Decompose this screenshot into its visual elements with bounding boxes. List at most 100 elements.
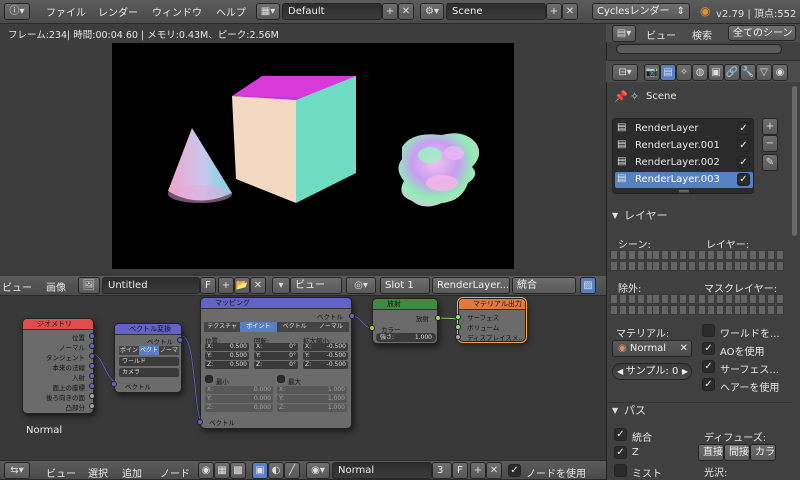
vt-in-socket[interactable]: [111, 381, 117, 387]
filter-select[interactable]: 全てのシーン: [728, 25, 796, 41]
mapping-loc-y[interactable]: Y: 0.500: [205, 352, 249, 360]
texture-type-icon[interactable]: ▦: [214, 462, 230, 479]
render-layer-checkbox[interactable]: ✓: [737, 173, 750, 186]
mapping-min-checkbox[interactable]: [205, 375, 213, 383]
geo-socket-1[interactable]: [89, 343, 95, 349]
render-tab-icon[interactable]: 📷: [644, 64, 660, 81]
menu-file[interactable]: ファイル: [46, 4, 86, 19]
tab-view[interactable]: ビュー: [646, 27, 676, 42]
mapping-min-x[interactable]: X: 0.000: [205, 386, 273, 394]
menu-node-add[interactable]: 追加: [122, 465, 142, 480]
properties-scrollbar[interactable]: [792, 86, 797, 236]
object-shader-icon[interactable]: ▣: [252, 462, 268, 479]
vt-out-socket[interactable]: [177, 337, 183, 343]
render-layer-item-2[interactable]: ▤ RenderLayer.002 ✓: [615, 155, 753, 171]
mapping-node[interactable]: マッピング ベクトル テクスチャ ポイント ベクトル ノーマル 位置: 回転: …: [200, 297, 352, 429]
menu-window[interactable]: ウィンドウ: [152, 4, 202, 19]
emission-node[interactable]: 放射 放射 カラー 強さ: 1.000: [372, 298, 438, 344]
diffuse-direct-button[interactable]: 直接: [698, 444, 724, 461]
material-override-field[interactable]: ◉ Normal ✕: [612, 340, 692, 357]
material-fake-user-button[interactable]: F: [452, 462, 468, 479]
mapping-rot-z[interactable]: Z: 0°: [254, 361, 298, 369]
pass-z-checkbox[interactable]: ✓: [614, 446, 627, 459]
menu-node-view[interactable]: ビュー: [46, 465, 76, 480]
mapping-rot-y[interactable]: Y: 0°: [254, 352, 298, 360]
emission-out-socket[interactable]: [435, 315, 441, 321]
mapping-tab-texture[interactable]: テクスチャ: [204, 322, 241, 332]
exclude-layers-grid-a[interactable]: [610, 294, 654, 315]
geometry-node[interactable]: ジオメトリ 位置 ノーマル タンジェント 本来の法線 入射 面上の座標 後ろ向き…: [22, 318, 94, 414]
menu-render[interactable]: レンダー: [98, 4, 138, 19]
image-fake-user-button[interactable]: F: [200, 277, 216, 294]
geo-socket-5[interactable]: [89, 383, 95, 389]
checker-type-icon[interactable]: ▩: [230, 462, 246, 479]
world-shader-icon[interactable]: ◐: [268, 462, 284, 479]
menu-node-select[interactable]: 選択: [88, 465, 108, 480]
exclude-layers-grid-b[interactable]: [652, 294, 696, 315]
vt-to-select[interactable]: カメラ: [119, 368, 179, 377]
display-channels-icon[interactable]: ▨: [580, 277, 596, 294]
modifiers-tab-icon[interactable]: 🔧: [740, 64, 756, 81]
outliner-type-icon[interactable]: ▤▾: [612, 25, 636, 42]
unlink-material-icon[interactable]: ✕: [486, 462, 502, 479]
scene-name-field[interactable]: Scene: [446, 3, 546, 20]
remove-render-layer-icon[interactable]: −: [762, 135, 778, 152]
world-tab-icon[interactable]: ◍: [692, 64, 708, 81]
tab-search[interactable]: 検索: [692, 27, 712, 42]
render-layer-item-1[interactable]: ▤ RenderLayer.001 ✓: [615, 138, 753, 154]
properties-scrollbar-top[interactable]: [616, 44, 782, 54]
add-scene-icon[interactable]: +: [546, 3, 562, 20]
scene-layers-grid-b[interactable]: [652, 250, 696, 271]
scene-icon[interactable]: ⚙▾: [420, 3, 444, 20]
mapping-rot-x[interactable]: X: 0°: [254, 343, 298, 351]
mapping-max-y[interactable]: Y: 1.000: [277, 395, 347, 403]
material-users-count[interactable]: 3: [432, 462, 452, 479]
remove-layout-icon[interactable]: ✕: [398, 3, 414, 20]
vt-type-vector[interactable]: ベクト: [139, 346, 159, 355]
mapping-scale-x[interactable]: X: -0.500: [303, 343, 348, 351]
pass-combined-checkbox[interactable]: ✓: [614, 428, 627, 441]
mapping-in-socket[interactable]: [197, 419, 203, 425]
vt-type-point[interactable]: ポイン: [119, 346, 139, 355]
open-image-icon[interactable]: 📂: [234, 277, 250, 294]
geo-socket-3[interactable]: [89, 363, 95, 369]
mapping-header[interactable]: マッピング: [201, 298, 351, 309]
mapping-max-x[interactable]: X: 1.000: [277, 386, 347, 394]
matout-surface-socket[interactable]: [455, 314, 461, 320]
mapping-tab-vector[interactable]: ベクトル: [276, 322, 313, 332]
render-layer-item-3[interactable]: ▤ RenderLayer.003 ✓: [615, 172, 753, 188]
shader-type-icon[interactable]: ◉: [198, 462, 214, 479]
use-ao-checkbox[interactable]: ✓: [702, 342, 715, 355]
geo-socket-2[interactable]: [89, 353, 95, 359]
mapping-tab-point[interactable]: ポイント: [240, 322, 277, 332]
render-layer-item-0[interactable]: ▤ RenderLayer ✓: [615, 121, 753, 137]
material-output-node[interactable]: マテリアル出力 サーフェス ボリューム ディスプレイスメ...: [457, 297, 527, 343]
remove-scene-icon[interactable]: ✕: [562, 3, 578, 20]
layer-section-header[interactable]: ▼ レイヤー: [606, 208, 792, 224]
image-browse-icon[interactable]: 🖼: [78, 277, 100, 294]
layout-icon[interactable]: ▦▾: [256, 3, 280, 20]
vt-from-select[interactable]: ワールド: [119, 357, 179, 366]
menu-image[interactable]: 画像: [46, 279, 66, 294]
properties-type-icon[interactable]: ⊟▾: [612, 64, 638, 81]
add-render-layer-icon[interactable]: +: [762, 118, 778, 135]
matout-volume-socket[interactable]: [455, 324, 461, 330]
list-resize-handle[interactable]: ══: [679, 187, 689, 196]
mapping-out-socket[interactable]: [349, 313, 355, 319]
emission-color-socket[interactable]: [369, 325, 375, 331]
render-layers-tab-icon[interactable]: ▤: [660, 64, 676, 81]
matout-displacement-socket[interactable]: [455, 334, 461, 340]
vt-type-normal[interactable]: ノーマ: [159, 346, 179, 355]
use-surface-checkbox[interactable]: ✓: [702, 360, 715, 373]
mapping-min-z[interactable]: Z: 0.000: [205, 404, 273, 412]
render-layer-select[interactable]: RenderLayer...: [432, 277, 510, 294]
mapping-max-z[interactable]: Z: 1.000: [277, 404, 347, 412]
vector-transform-node[interactable]: ベクトル変換 ベクトル ポイン ベクト ノーマ ワールド カメラ ベクトル: [114, 323, 182, 393]
render-layers-grid-b[interactable]: [740, 250, 784, 271]
scene-tab-icon[interactable]: ✧: [676, 64, 692, 81]
material-name-field[interactable]: Normal: [332, 462, 432, 479]
unlink-image-icon[interactable]: ✕: [250, 277, 266, 294]
mapping-loc-x[interactable]: X: 0.500: [205, 343, 249, 351]
slot-select[interactable]: Slot 1: [380, 277, 430, 294]
geo-socket-6[interactable]: [89, 393, 95, 399]
